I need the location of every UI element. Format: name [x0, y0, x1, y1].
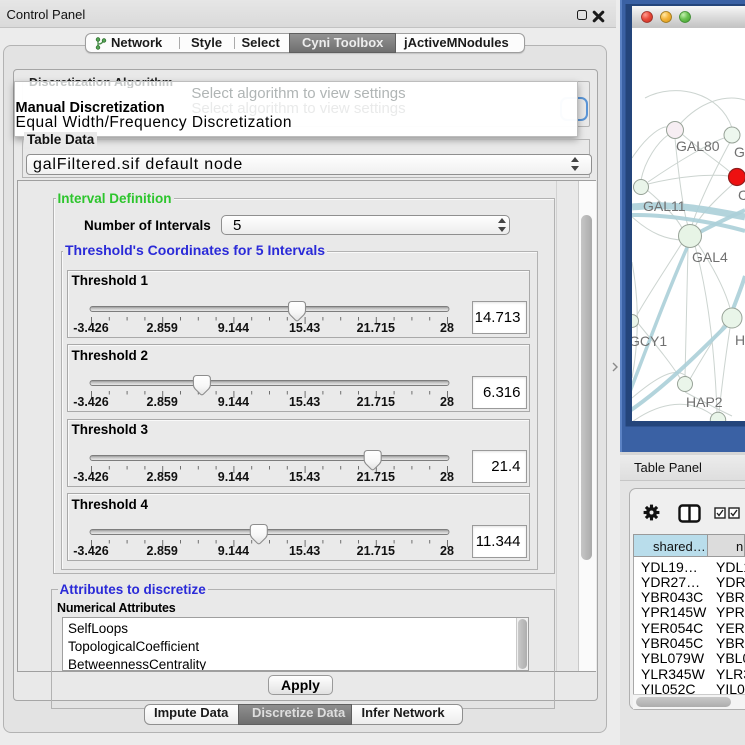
svg-text:GAL4: GAL4	[692, 249, 728, 265]
svg-text:GAL11: GAL11	[643, 198, 686, 214]
svg-text:C: C	[738, 187, 745, 203]
svg-text:GAL80: GAL80	[676, 138, 720, 154]
svg-text:H: H	[735, 332, 745, 348]
svg-text:HAP2: HAP2	[686, 394, 723, 410]
svg-text:GA: GA	[734, 144, 745, 160]
svg-text:GCY1: GCY1	[629, 333, 667, 349]
